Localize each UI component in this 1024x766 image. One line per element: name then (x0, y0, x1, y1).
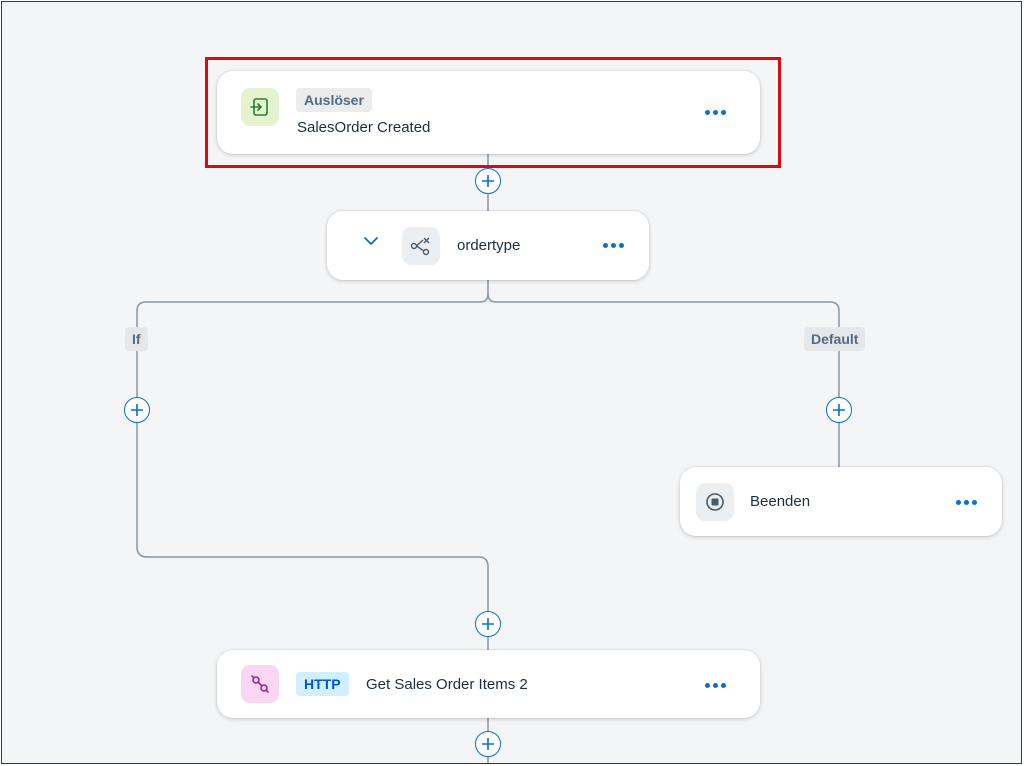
end-title: Beenden (750, 493, 811, 510)
end-more-icon[interactable] (956, 500, 977, 505)
trigger-title: SalesOrder Created (297, 119, 431, 136)
flow-canvas[interactable]: Auslöser SalesOrder Created ordertype If… (1, 1, 1022, 764)
if-branch-label: If (125, 327, 148, 351)
trigger-node-card[interactable]: Auslöser SalesOrder Created (217, 71, 760, 154)
plus-icon (833, 404, 845, 416)
plus-icon (482, 175, 494, 187)
connector-if-branch (136, 280, 489, 650)
plus-icon (482, 738, 494, 750)
http-more-icon[interactable] (705, 683, 726, 688)
branch-condition-icon (402, 227, 440, 265)
condition-node-card[interactable]: ordertype (327, 211, 649, 280)
trigger-tag: Auslöser (296, 88, 372, 112)
default-branch-label: Default (804, 327, 866, 351)
http-link-icon (241, 665, 279, 703)
add-step-if-branch-button[interactable] (124, 397, 150, 423)
trigger-enter-icon (241, 88, 279, 126)
add-step-default-branch-button[interactable] (826, 397, 852, 423)
add-step-after-http-button[interactable] (475, 731, 501, 757)
add-step-before-http-button[interactable] (475, 611, 501, 637)
plus-icon (482, 618, 494, 630)
condition-title: ordertype (457, 237, 521, 254)
add-step-after-trigger-button[interactable] (475, 168, 501, 194)
plus-icon (131, 404, 143, 416)
http-title: Get Sales Order Items 2 (366, 676, 528, 693)
http-tag: HTTP (296, 672, 349, 696)
connector-default-branch (487, 293, 840, 467)
trigger-more-icon[interactable] (705, 110, 726, 115)
end-node-card[interactable]: Beenden (680, 467, 1002, 536)
condition-more-icon[interactable] (603, 243, 624, 248)
chevron-down-icon[interactable] (363, 234, 379, 252)
stop-icon (696, 483, 734, 521)
http-node-card[interactable]: HTTP Get Sales Order Items 2 (217, 650, 760, 718)
